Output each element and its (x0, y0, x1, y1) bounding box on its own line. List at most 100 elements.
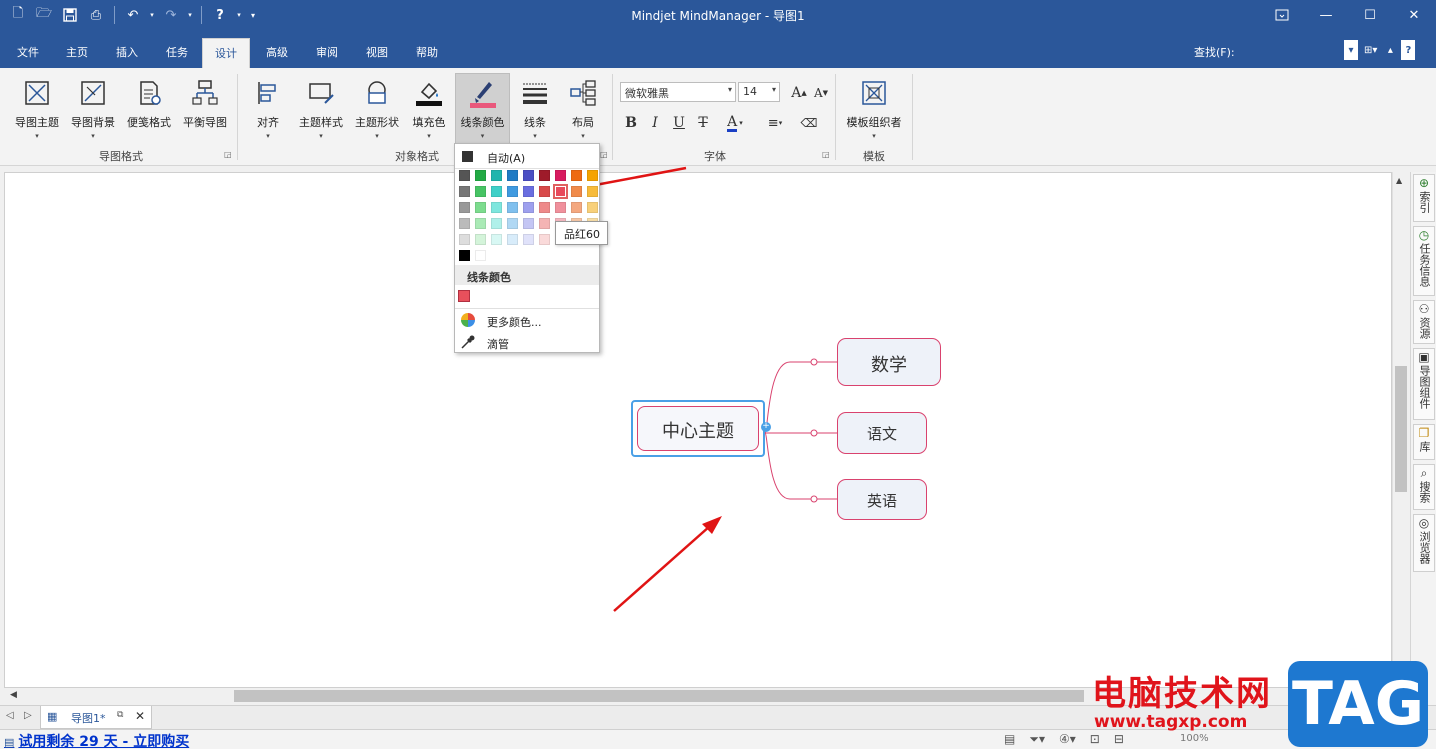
clock-icon: ◷ (1418, 228, 1430, 242)
library-icon: ❐ (1418, 426, 1430, 440)
color-swatch[interactable] (491, 202, 502, 213)
color-swatch[interactable] (539, 170, 550, 181)
recent-color-swatch[interactable] (458, 290, 470, 302)
tab-scroll-left-icon[interactable]: ◁ (6, 710, 14, 721)
watermark-url: www.tagxp.com (1094, 712, 1248, 732)
tab-scroll-right-icon[interactable]: ▷ (24, 710, 32, 721)
color-swatch[interactable] (571, 186, 582, 197)
eyedropper-item[interactable]: 滴管 (455, 332, 599, 352)
close-tab-icon[interactable]: ✕ (135, 709, 145, 723)
color-swatch[interactable] (475, 186, 486, 197)
color-swatch[interactable] (459, 234, 470, 245)
color-swatch[interactable] (459, 202, 470, 213)
status-bar: ▤ 试用剩余 29 天 - 立即购买 ▤ ⏷▾ ④▾ ⊡ ⊟ 100% (0, 729, 1436, 749)
zoom-out-icon[interactable]: ⊟ (1114, 732, 1124, 747)
sidebar-item-library[interactable]: ❐ 库 (1413, 424, 1435, 460)
auto-color-swatch (462, 151, 473, 162)
search-icon: ⌕ (1420, 466, 1428, 480)
color-swatch[interactable] (459, 218, 470, 229)
color-swatch[interactable] (459, 170, 470, 181)
color-swatch[interactable] (555, 170, 566, 181)
more-colors-item[interactable]: 更多颜色... (455, 310, 599, 330)
color-swatch[interactable] (459, 186, 470, 197)
sidebar-item-label: 浏览器 (1418, 531, 1431, 564)
color-swatch[interactable] (587, 202, 598, 213)
color-swatch[interactable] (539, 234, 550, 245)
color-swatch[interactable] (475, 202, 486, 213)
color-swatch[interactable] (587, 170, 598, 181)
color-swatch[interactable] (539, 186, 550, 197)
color-swatch[interactable] (475, 234, 486, 245)
color-swatch[interactable] (539, 202, 550, 213)
auto-color-item[interactable]: 自动(A) (455, 146, 599, 166)
color-swatch[interactable] (555, 202, 566, 213)
fit-map-icon[interactable]: ⊡ (1090, 732, 1100, 747)
subtopic-math[interactable]: 数学 (837, 338, 941, 386)
color-swatch[interactable] (475, 218, 486, 229)
subtopic-english[interactable]: 英语 (837, 479, 927, 520)
sidebar-item-map-parts[interactable]: ▣ 导图组件 (1413, 348, 1435, 420)
horizontal-scroll-thumb[interactable] (234, 690, 1084, 702)
sidebar-item-resources[interactable]: ⚇ 资源 (1413, 300, 1435, 344)
color-swatch[interactable] (459, 250, 470, 261)
color-swatch[interactable] (475, 170, 486, 181)
color-tooltip: 品红60 (555, 221, 608, 245)
filter-icon[interactable]: ⏷▾ (1029, 732, 1045, 747)
task-pane-tabs: ⊕ 索引 ◷ 任务信息 ⚇ 资源 ▣ 导图组件 ❐ 库 ⌕ 搜索 ◎ 浏览器 (1410, 172, 1436, 705)
sidebar-item-browser[interactable]: ◎ 浏览器 (1413, 514, 1435, 572)
line-color-section-label: 线条颜色 (467, 271, 511, 284)
sidebar-item-task-info[interactable]: ◷ 任务信息 (1413, 226, 1435, 296)
add-subtopic-icon[interactable]: + (761, 422, 771, 432)
connector-english (764, 432, 813, 500)
sidebar-item-label: 搜索 (1418, 481, 1431, 503)
color-swatch[interactable] (523, 234, 534, 245)
scroll-up-icon[interactable]: ▲ (1396, 176, 1402, 185)
person-icon: ⚇ (1418, 302, 1430, 316)
trial-text: 试用剩余 29 天 - 立即购买 (18, 734, 190, 749)
color-swatch[interactable] (571, 202, 582, 213)
sidebar-item-label: 库 (1418, 441, 1431, 452)
document-tab[interactable]: ▦ 导图1* ⧉ ✕ (40, 706, 152, 729)
detail-level-icon[interactable]: ④▾ (1059, 732, 1076, 747)
browser-icon: ◎ (1418, 516, 1430, 530)
color-swatch[interactable] (507, 202, 518, 213)
trial-link[interactable]: ▤ 试用剩余 29 天 - 立即购买 (4, 731, 189, 749)
vertical-scroll-thumb[interactable] (1395, 366, 1407, 492)
color-swatch[interactable] (571, 170, 582, 181)
color-swatch[interactable] (507, 218, 518, 229)
color-swatch[interactable] (539, 218, 550, 229)
zoom-level: 100% (1180, 733, 1209, 744)
color-swatch[interactable] (523, 186, 534, 197)
sidebar-item-label: 索引 (1418, 191, 1431, 213)
subtopic-chinese[interactable]: 语文 (837, 412, 927, 454)
color-swatch[interactable] (491, 234, 502, 245)
color-swatch[interactable] (523, 170, 534, 181)
outline-view-icon[interactable]: ▤ (1004, 732, 1015, 747)
color-swatch[interactable] (507, 170, 518, 181)
connector-node (810, 495, 818, 503)
restore-window-icon[interactable]: ⧉ (117, 710, 123, 720)
scroll-left-icon[interactable]: ◀ (10, 690, 17, 700)
connector-math (764, 361, 813, 434)
color-swatch[interactable] (507, 234, 518, 245)
color-swatch[interactable] (553, 184, 568, 199)
central-topic[interactable]: 中心主题 + (631, 400, 771, 457)
sidebar-item-label: 任务信息 (1418, 243, 1431, 287)
color-swatch[interactable] (491, 186, 502, 197)
index-icon: ⊕ (1418, 176, 1430, 190)
map-document-icon: ▦ (47, 710, 58, 723)
color-swatch[interactable] (507, 186, 518, 197)
sidebar-item-search[interactable]: ⌕ 搜索 (1413, 464, 1435, 510)
color-swatch[interactable] (587, 186, 598, 197)
document-tab-name: 导图1* (71, 712, 106, 725)
color-swatch[interactable] (475, 250, 486, 261)
color-swatch[interactable] (491, 170, 502, 181)
vertical-scrollbar[interactable]: ▲ (1392, 172, 1409, 688)
color-swatch[interactable] (523, 218, 534, 229)
color-swatch[interactable] (491, 218, 502, 229)
color-swatch[interactable] (523, 202, 534, 213)
sidebar-item-index[interactable]: ⊕ 索引 (1413, 174, 1435, 222)
mindmap-connectors (576, 166, 837, 612)
status-icons: ▤ ⏷▾ ④▾ ⊡ ⊟ (1004, 732, 1124, 747)
menu-separator (455, 168, 599, 169)
